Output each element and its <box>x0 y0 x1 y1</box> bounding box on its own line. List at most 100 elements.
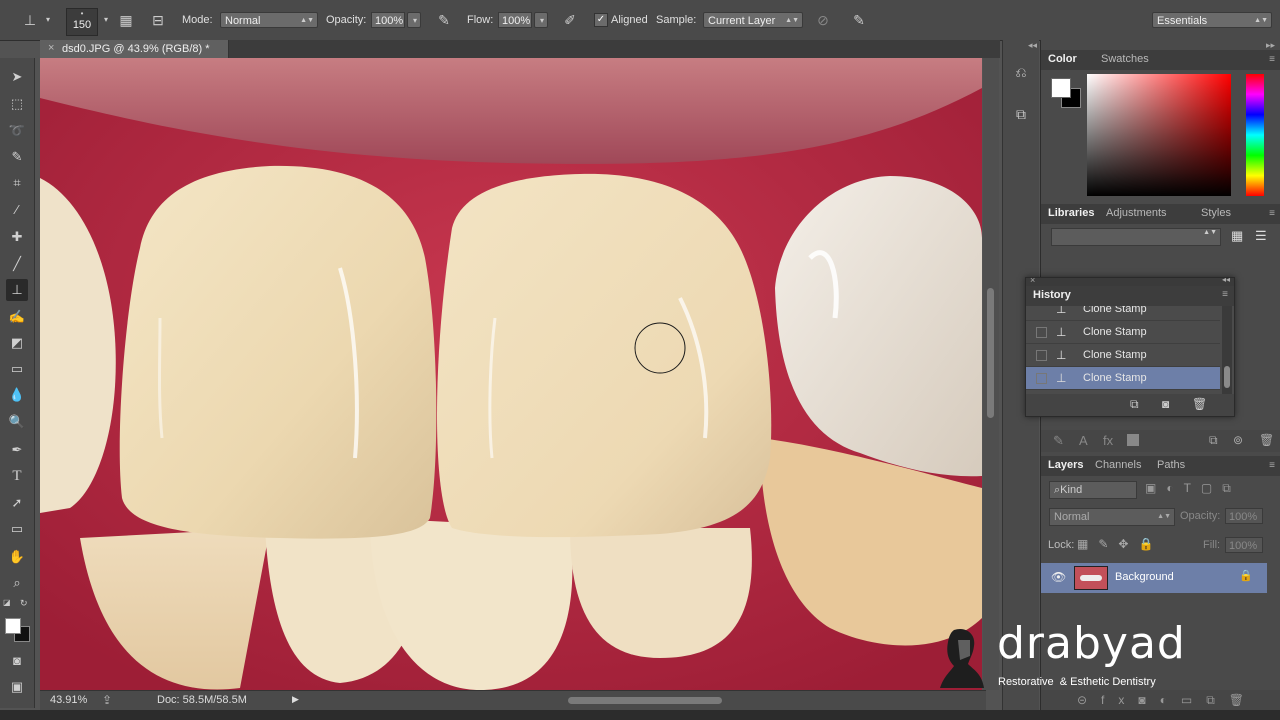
history-titlebar[interactable]: × ◂◂ <box>1026 275 1234 286</box>
vertical-scroll-thumb[interactable] <box>987 288 994 418</box>
panel-menu-icon[interactable]: ≡ <box>1269 208 1275 219</box>
document-canvas[interactable] <box>40 58 982 690</box>
document-tab[interactable]: × dsd0.JPG @ 43.9% (RGB/8) * <box>40 40 229 58</box>
new-document-from-state-icon[interactable]: ⧉ <box>1130 397 1139 412</box>
fx-adjust-icon[interactable]: fx <box>1103 433 1113 448</box>
tab-color[interactable]: Color <box>1048 53 1077 65</box>
history-panel-icon[interactable]: ⎌ <box>1011 64 1031 84</box>
export-icon[interactable]: ⇪ <box>102 693 112 707</box>
lasso-icon[interactable]: ➰ <box>6 120 28 142</box>
gradient-icon[interactable]: ▭ <box>6 358 28 380</box>
list-view-icon[interactable]: ☰ <box>1255 228 1267 244</box>
swap-colors-icon[interactable]: ↻ <box>20 598 28 609</box>
clone-stamp-tool-preset-icon[interactable]: ⊥ <box>20 10 40 30</box>
pen-icon[interactable]: ✒ <box>6 439 28 461</box>
tab-channels[interactable]: Channels <box>1095 459 1141 471</box>
zoom-level[interactable]: 43.91% <box>50 694 87 706</box>
blend-mode-select[interactable]: Normal ▲▼ <box>1049 508 1175 526</box>
tab-layers[interactable]: Layers <box>1048 459 1083 471</box>
history-scroll-thumb[interactable] <box>1224 366 1230 388</box>
panel-menu-icon[interactable]: ≡ <box>1269 54 1275 65</box>
opacity-dropdown[interactable]: ▾ <box>407 12 421 28</box>
pressure-opacity-icon[interactable]: ✎ <box>434 10 454 30</box>
hand-icon[interactable]: ✋ <box>6 546 28 568</box>
move-icon[interactable]: ➤ <box>6 66 28 88</box>
workspace-select[interactable]: Essentials ▲▼ <box>1152 12 1272 28</box>
horizontal-scroll-thumb[interactable] <box>568 697 722 704</box>
history-scrollbar[interactable] <box>1222 306 1232 394</box>
brush-icon[interactable]: ╱ <box>6 253 28 275</box>
layer-row[interactable]: 👁 Background 🔒 <box>1041 563 1267 593</box>
history-snapshot-checkbox[interactable] <box>1036 327 1047 338</box>
camera-snapshot-icon[interactable]: ◙ <box>1162 397 1169 411</box>
hue-slider[interactable] <box>1246 74 1264 196</box>
zoom-icon[interactable]: ⌕ <box>6 572 28 594</box>
history-snapshot-checkbox[interactable] <box>1036 373 1047 384</box>
crop-icon[interactable]: ⌗ <box>6 172 28 194</box>
path-select-icon[interactable]: ➚ <box>6 492 28 514</box>
healing-brush-icon[interactable]: ✚ <box>6 226 28 248</box>
default-colors-icon[interactable]: ◪ <box>3 598 11 607</box>
aligned-checkbox[interactable]: ✓ <box>594 13 608 27</box>
layer-fill-input[interactable]: 100% <box>1225 537 1263 553</box>
clone-source-icon[interactable]: ⧉ <box>1011 106 1031 126</box>
trash-icon[interactable]: 🗑 <box>1192 397 1207 411</box>
blur-icon[interactable]: 💧 <box>6 384 28 406</box>
marquee-icon[interactable]: ⬚ <box>6 93 28 115</box>
brush-panel-toggle-icon[interactable]: ▦ <box>116 10 136 30</box>
brush-adjust-icon[interactable]: ✎ <box>1053 433 1064 449</box>
opacity-input[interactable]: 100% <box>371 12 405 28</box>
clone-source-panel-icon[interactable]: ⊟ <box>148 10 168 30</box>
type-icon[interactable]: T <box>6 465 28 487</box>
foreground-color-swatch[interactable] <box>5 618 21 634</box>
grid-view-icon[interactable]: ▦ <box>1231 228 1243 244</box>
tab-adjustments[interactable]: Adjustments <box>1106 207 1167 219</box>
quick-mask-icon[interactable]: ◙ <box>6 650 28 672</box>
link-icon[interactable]: ⊚ <box>1233 433 1243 447</box>
flow-input[interactable]: 100% <box>498 12 532 28</box>
color-foreground-front[interactable] <box>1051 78 1071 98</box>
eraser-icon[interactable]: ◩ <box>6 332 28 354</box>
collapse-panel-icon[interactable]: ◂◂ <box>1222 275 1230 284</box>
airbrush-icon[interactable]: ✐ <box>560 10 580 30</box>
shape-adjust-icon[interactable] <box>1127 434 1139 446</box>
screen-mode-icon[interactable]: ▣ <box>6 676 28 698</box>
lock-icons[interactable]: ▦✎✥🔒 <box>1077 537 1163 551</box>
delete-style-icon[interactable]: 🗑 <box>1259 433 1274 447</box>
dodge-icon[interactable]: 🔍 <box>6 411 28 433</box>
history-snapshot-checkbox[interactable] <box>1036 350 1047 361</box>
filter-type-icons[interactable]: ▣◐T▢⧉ <box>1145 481 1275 497</box>
flow-dropdown[interactable]: ▾ <box>534 12 548 28</box>
mode-select[interactable]: Normal ▲▼ <box>220 12 318 28</box>
tab-styles[interactable]: Styles <box>1201 207 1231 219</box>
pressure-size-icon[interactable]: ✎ <box>849 10 869 30</box>
color-field[interactable] <box>1087 74 1231 196</box>
layer-opacity-input[interactable]: 100% <box>1225 508 1263 524</box>
layer-filter-select[interactable]: ⌕Kind <box>1049 481 1137 499</box>
close-panel-icon[interactable]: × <box>1030 275 1035 285</box>
panel-menu-icon[interactable]: ≡ <box>1222 289 1228 300</box>
history-item[interactable]: ⊥ Clone Stamp <box>1026 344 1220 367</box>
brush-picker-arrow-icon[interactable]: ▾ <box>96 10 116 30</box>
panel-menu-icon[interactable]: ≡ <box>1269 460 1275 471</box>
brush-preset-picker[interactable]: • 150 <box>66 8 98 36</box>
vertical-scrollbar[interactable] <box>983 58 999 690</box>
eye-icon[interactable]: 👁 <box>1051 570 1066 584</box>
quick-select-icon[interactable]: ✎ <box>6 146 28 168</box>
sample-select[interactable]: Current Layer ▲▼ <box>703 12 803 28</box>
tab-swatches[interactable]: Swatches <box>1101 53 1149 65</box>
rectangle-icon[interactable]: ▭ <box>6 518 28 540</box>
new-style-icon[interactable]: ⧉ <box>1209 433 1218 448</box>
history-item[interactable]: ⊥ Clone Stamp <box>1026 321 1220 344</box>
tab-paths[interactable]: Paths <box>1157 459 1185 471</box>
tab-libraries[interactable]: Libraries <box>1048 207 1094 219</box>
close-tab-icon[interactable]: × <box>48 42 54 54</box>
clone-stamp-icon[interactable]: ⊥ <box>6 279 28 301</box>
history-item-selected[interactable]: ⊥ Clone Stamp <box>1026 367 1220 390</box>
history-title[interactable]: History <box>1033 289 1071 301</box>
ignore-adjustment-layers-icon[interactable]: ⊘ <box>813 10 833 30</box>
layer-footer-icons[interactable]: ⊝fx◙◐▭⧉🗑 <box>1077 693 1258 708</box>
eyedropper-icon[interactable]: ⁄ <box>6 199 28 221</box>
history-brush-icon[interactable]: ✍ <box>6 306 28 328</box>
library-select[interactable]: ▲▼ <box>1051 228 1221 246</box>
